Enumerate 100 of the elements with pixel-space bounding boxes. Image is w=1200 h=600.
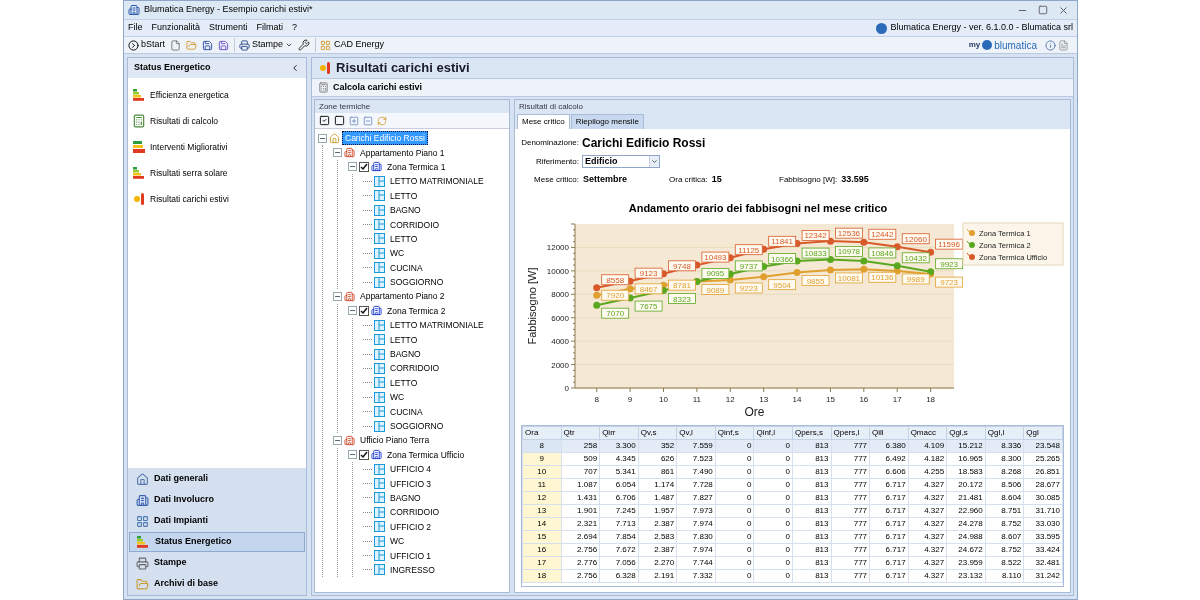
- tree-item[interactable]: UFFICIO 2: [387, 519, 435, 534]
- checkbox[interactable]: [359, 449, 369, 460]
- tree-item[interactable]: Ufficio Piano Terra: [357, 433, 433, 448]
- print-button[interactable]: Stampe: [234, 38, 294, 52]
- cad-button[interactable]: CAD Energy: [315, 38, 385, 52]
- room-icon: [374, 521, 385, 533]
- tree-item[interactable]: BAGNO: [387, 347, 424, 362]
- tree-item[interactable]: CUCINA: [387, 404, 426, 419]
- collapse-toggle[interactable]: [333, 148, 342, 158]
- tree-item[interactable]: Zona Termica Ufficio: [384, 447, 468, 462]
- checkbox[interactable]: [359, 305, 369, 316]
- tree-item[interactable]: UFFICIO 1: [387, 548, 435, 563]
- tree-item[interactable]: WC: [387, 390, 408, 405]
- close-button[interactable]: [1058, 4, 1069, 16]
- column-header[interactable]: Qirr: [599, 426, 639, 440]
- checkbox[interactable]: [359, 161, 369, 172]
- column-header[interactable]: Qpers,s: [792, 426, 831, 440]
- tree-item[interactable]: LETTO: [387, 231, 421, 246]
- tree-item[interactable]: CORRIDOIO: [387, 217, 443, 232]
- tools-icon[interactable]: [298, 39, 311, 51]
- new-file-icon[interactable]: [170, 39, 181, 51]
- column-header[interactable]: Qinf,l: [753, 426, 793, 440]
- column-header[interactable]: Qmacc: [908, 426, 947, 440]
- collapse-toggle[interactable]: [333, 292, 342, 301]
- menu-item[interactable]: Funzionalità: [151, 21, 201, 35]
- nav-button[interactable]: Dati Involucro: [129, 490, 305, 510]
- tree-item[interactable]: Zona Termica 2: [384, 303, 449, 318]
- tree-item[interactable]: CUCINA: [387, 260, 426, 275]
- nav-button[interactable]: Archivi di base: [129, 574, 305, 594]
- menu-item[interactable]: Filmati: [256, 21, 284, 35]
- sidebar-item[interactable]: Interventi Migliorativi: [150, 140, 228, 154]
- tree-item[interactable]: LETTO: [387, 375, 421, 390]
- data-label: 10136: [868, 271, 897, 283]
- tick-label: 10: [659, 395, 668, 404]
- calculate-button[interactable]: Calcola carichi estivi: [333, 80, 423, 95]
- table-cell: 6.606: [869, 465, 909, 479]
- tree-item[interactable]: BAGNO: [387, 490, 424, 505]
- table-cell: 31.710: [1023, 504, 1063, 518]
- tree-item[interactable]: LETTO MATRIMONIALE: [387, 318, 487, 333]
- tree-item[interactable]: Appartamento Piano 2: [357, 289, 448, 304]
- column-header[interactable]: Qv,l: [676, 426, 716, 440]
- column-header[interactable]: Qgl,s: [946, 426, 986, 440]
- collapse-toggle[interactable]: [348, 450, 357, 460]
- tree-item[interactable]: BAGNO: [387, 203, 424, 218]
- menu-item[interactable]: File: [128, 21, 143, 35]
- tree-item[interactable]: INGRESSO: [387, 562, 438, 577]
- column-header[interactable]: Qgl: [1023, 426, 1063, 440]
- column-header[interactable]: Qinf,s: [715, 426, 754, 440]
- menu-item[interactable]: ?: [292, 21, 298, 35]
- tree-item[interactable]: SOGGIORNO: [387, 275, 447, 290]
- column-header[interactable]: Qpers,l: [831, 426, 870, 440]
- tick-label: 10000: [546, 266, 569, 276]
- column-header[interactable]: Qill: [869, 426, 909, 440]
- tree-item[interactable]: CORRIDOIO: [387, 361, 443, 376]
- tree-item[interactable]: LETTO: [387, 332, 421, 347]
- tree-item[interactable]: Appartamento Piano 1: [357, 145, 448, 160]
- nav-button[interactable]: Stampe: [129, 553, 305, 573]
- tree-item[interactable]: CORRIDOIO: [387, 505, 443, 520]
- tree-item[interactable]: Zona Termica 1: [384, 159, 449, 174]
- start-button[interactable]: bStart: [128, 38, 165, 52]
- check-all-icon[interactable]: [319, 115, 330, 126]
- column-header[interactable]: Ora: [522, 426, 562, 440]
- tab[interactable]: Riepilogo mensile: [570, 114, 644, 129]
- room-icon: [374, 550, 385, 561]
- tree-item[interactable]: WC: [387, 534, 408, 549]
- save-icon[interactable]: [202, 39, 213, 51]
- table-cell: 258: [561, 439, 600, 453]
- save-all-icon[interactable]: [218, 39, 229, 51]
- table-cell: 813: [792, 478, 831, 492]
- table-cell: 0: [753, 517, 793, 531]
- menu-item[interactable]: Strumenti: [209, 21, 248, 35]
- sidebar-item[interactable]: Risultati di calcolo: [150, 114, 219, 128]
- sidebar-item[interactable]: Risultati carichi estivi: [150, 192, 229, 206]
- sun-thermometer-icon: [132, 192, 146, 206]
- collapse-toggle[interactable]: [333, 435, 342, 445]
- tree-item[interactable]: UFFICIO 3: [387, 476, 435, 491]
- collapse-icon[interactable]: [290, 63, 300, 73]
- column-header[interactable]: Qgl,l: [985, 426, 1024, 440]
- dropdown[interactable]: Edificio: [582, 155, 660, 168]
- nav-button[interactable]: Dati Impianti: [129, 511, 305, 531]
- column-header[interactable]: Qv,s: [638, 426, 677, 440]
- column-header[interactable]: Qtr: [561, 426, 600, 440]
- tree-item[interactable]: LETTO MATRIMONIALE: [387, 174, 487, 189]
- collapse-toggle[interactable]: [348, 162, 357, 172]
- collapse-toggle[interactable]: [318, 133, 327, 143]
- nav-button[interactable]: Dati generali: [129, 469, 305, 489]
- tree-item[interactable]: UFFICIO 4: [387, 462, 435, 477]
- nav-button[interactable]: Status Energetico: [129, 532, 305, 552]
- table-cell: 1.957: [638, 504, 677, 518]
- tab[interactable]: Mese critico: [517, 114, 570, 129]
- data-label: 9989: [906, 274, 926, 284]
- maximize-button[interactable]: [1038, 5, 1048, 15]
- tree-item[interactable]: WC: [387, 246, 408, 261]
- tree-item[interactable]: SOGGIORNO: [387, 419, 447, 433]
- collapse-toggle[interactable]: [348, 306, 357, 316]
- table-cell: 813: [792, 569, 831, 583]
- sidebar-item[interactable]: Efficienza energetica: [150, 88, 229, 102]
- uncheck-all-icon[interactable]: [334, 115, 345, 126]
- tree-item[interactable]: LETTO: [387, 188, 421, 203]
- sidebar-item[interactable]: Risultati serra solare: [150, 166, 228, 180]
